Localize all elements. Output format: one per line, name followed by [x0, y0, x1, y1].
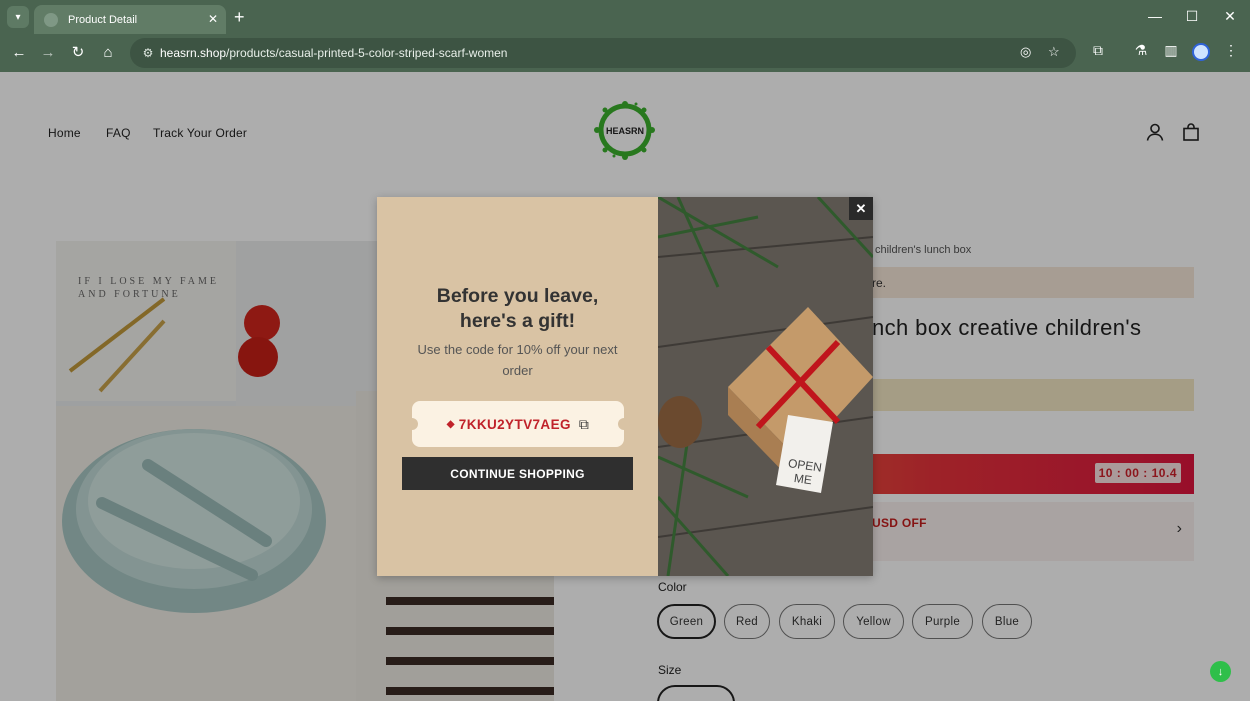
popup-close-button[interactable]: ✕ [849, 197, 873, 220]
url-text[interactable]: heasrn.shop/products/casual-printed-5-co… [160, 46, 507, 60]
gift-tag-text-2: ME [793, 471, 813, 487]
browser-tab[interactable]: Product Detail ✕ [34, 5, 226, 34]
download-float-icon[interactable]: ↓ [1210, 661, 1231, 682]
continue-shopping-button[interactable]: CONTINUE SHOPPING [402, 457, 633, 490]
maximize-button[interactable]: ☐ [1182, 8, 1202, 25]
copy-icon[interactable]: ⧉ [579, 416, 589, 433]
popup-heading: Before you leave, here's a gift! [377, 284, 658, 334]
tab-close-icon[interactable]: ✕ [208, 12, 218, 26]
side-panel-icon[interactable]: ▥ [1160, 42, 1182, 59]
exit-intent-popup: Before you leave, here's a gift! Use the… [377, 197, 873, 576]
eye-off-icon[interactable]: ◎ [1020, 44, 1031, 60]
discount-code-box[interactable]: ◆ 7KKU2YTV7AEG ⧉ [406, 401, 630, 447]
gift-image: OPEN ME [658, 197, 873, 576]
bookmark-star-icon[interactable]: ☆ [1048, 44, 1060, 60]
extensions-icon[interactable]: ⧉ [1087, 42, 1109, 59]
labs-icon[interactable]: ⚗ [1130, 42, 1152, 59]
page-content: Home FAQ Track Your Order HEASRN IF I LO… [0, 72, 1250, 701]
popup-content: Before you leave, here's a gift! Use the… [377, 197, 658, 576]
popup-heading-line2: here's a gift! [459, 310, 576, 332]
new-tab-button[interactable]: + [234, 7, 245, 27]
forward-icon[interactable]: → [37, 42, 59, 64]
menu-icon[interactable]: ⋮ [1220, 42, 1242, 59]
tag-icon: ◆ [446, 418, 455, 430]
reload-icon[interactable]: ↻ [67, 42, 89, 64]
popup-heading-line1: Before you leave, [436, 285, 599, 307]
tab-favicon-icon [44, 12, 58, 27]
tab-title: Product Detail [68, 13, 138, 26]
discount-code[interactable]: 7KKU2YTV7AEG [459, 417, 571, 432]
profile-avatar[interactable] [1192, 43, 1210, 61]
window-close-button[interactable]: ✕ [1220, 8, 1240, 25]
home-icon[interactable]: ⌂ [97, 42, 119, 64]
address-bar[interactable]: ⚙ heasrn.shop/products/casual-printed-5-… [130, 38, 1076, 68]
back-icon[interactable]: ← [8, 42, 30, 64]
site-info-icon[interactable]: ⚙ [138, 46, 158, 60]
tab-search-button[interactable]: ▾ [7, 6, 29, 28]
minimize-button[interactable]: — [1145, 8, 1165, 24]
browser-chrome: ▾ Product Detail ✕ + — ☐ ✕ ← → ↻ ⌂ ⚙ hea… [0, 0, 1250, 72]
popup-subtext: Use the code for 10% off your next order [417, 342, 618, 378]
